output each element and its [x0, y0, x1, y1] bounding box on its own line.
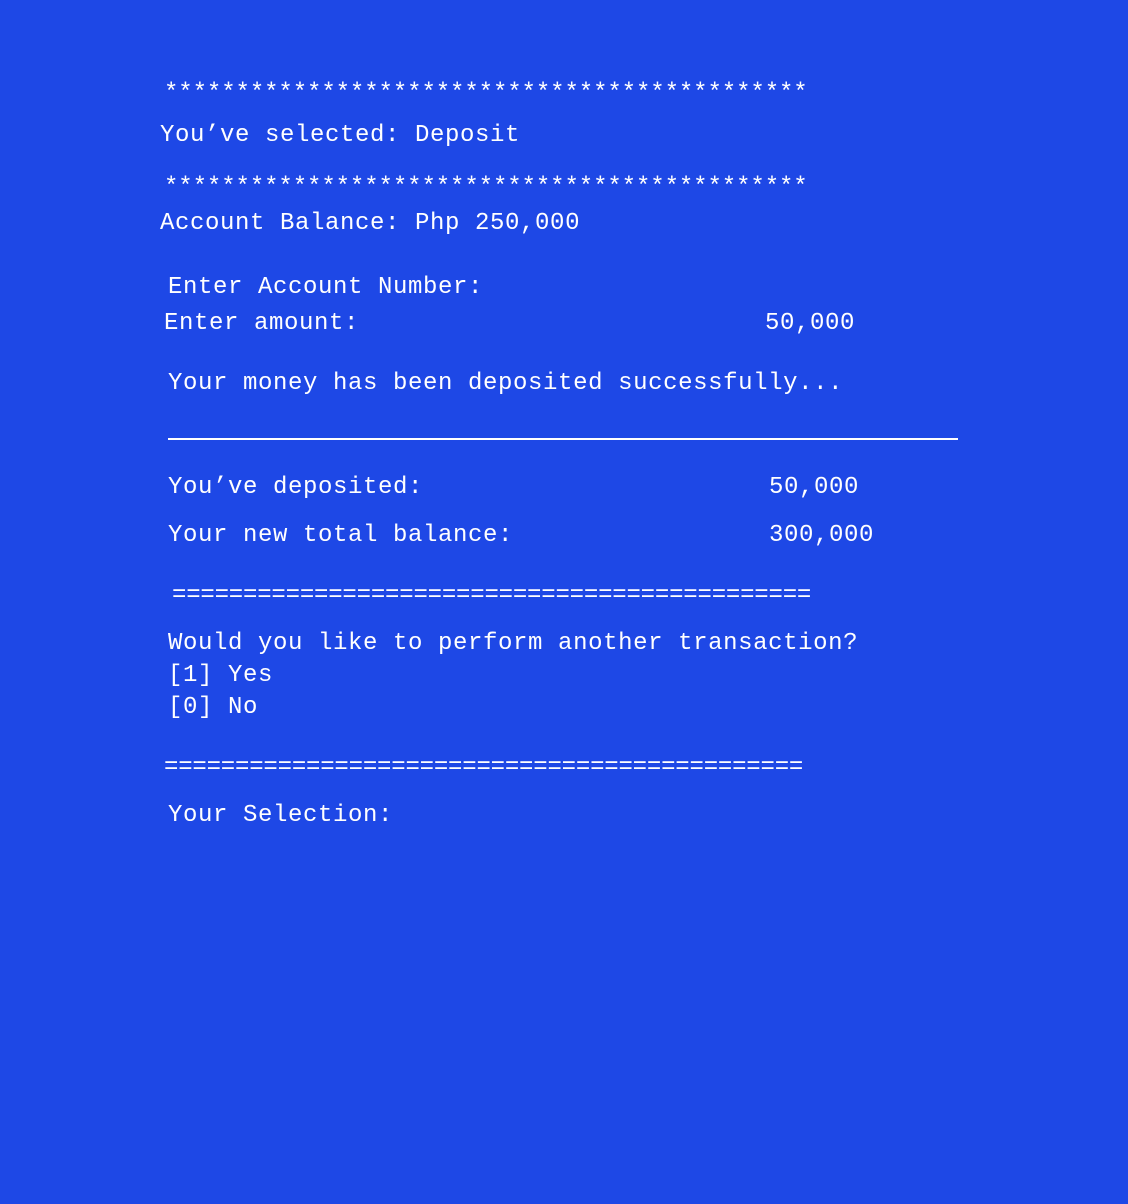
new-balance-value: 300,000 — [769, 522, 875, 549]
deposited-label: You’ve deposited: — [168, 474, 424, 501]
new-balance-label: Your new total balance: — [168, 522, 514, 549]
amount-prompt: Enter amount: — [164, 310, 360, 337]
equals-separator-bottom: ========================================… — [164, 754, 804, 781]
another-transaction-prompt: Would you like to perform another transa… — [168, 630, 859, 657]
selected-transaction-text: You’ve selected: Deposit — [160, 122, 521, 149]
account-number-prompt: Enter Account Number: — [168, 274, 484, 301]
atm-terminal-screen: ****************************************… — [0, 0, 1128, 1204]
deposited-value: 50,000 — [769, 474, 860, 501]
option-yes: [1] Yes — [168, 662, 274, 689]
star-separator-top: ****************************************… — [164, 80, 808, 107]
option-no: [0] No — [168, 694, 259, 721]
account-balance-text: Account Balance: Php 250,000 — [160, 210, 581, 237]
selection-prompt: Your Selection: — [168, 802, 394, 829]
amount-value: 50,000 — [765, 310, 856, 337]
success-message: Your money has been deposited successful… — [168, 370, 844, 397]
divider-line — [168, 438, 958, 440]
star-separator-bottom: ****************************************… — [164, 174, 808, 201]
equals-separator-top: ========================================… — [172, 582, 812, 609]
